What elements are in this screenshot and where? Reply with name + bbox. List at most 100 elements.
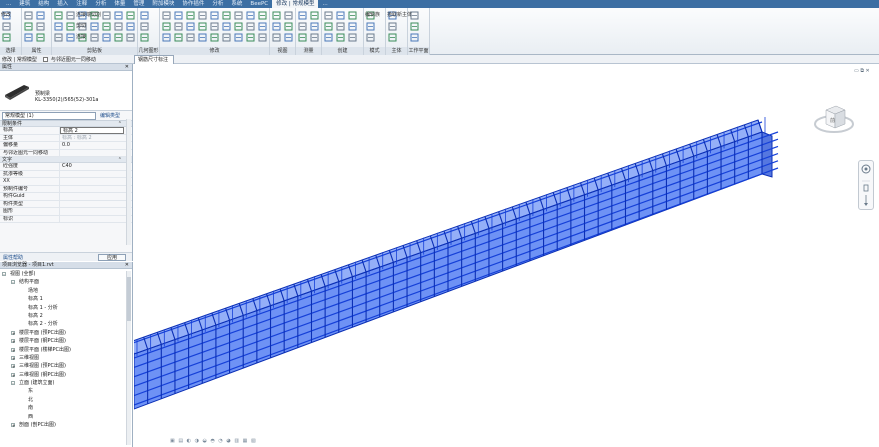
- ribbon-tool-icon[interactable]: [272, 33, 281, 42]
- ribbon-tool-label[interactable]: 编辑族: [365, 11, 380, 18]
- ribbon-tab[interactable]: 结构: [34, 0, 53, 8]
- ribbon-tool-icon[interactable]: [348, 11, 357, 20]
- collapse-icon[interactable]: -: [11, 280, 15, 285]
- tree-node[interactable]: + 三维视图 (钢PC出图): [0, 371, 132, 379]
- ribbon-tool-icon[interactable]: [126, 33, 135, 42]
- expand-icon[interactable]: +: [11, 372, 15, 377]
- property-value[interactable]: 0.0: [60, 142, 132, 149]
- tree-node[interactable]: - 结构平面: [0, 278, 132, 286]
- ribbon-tool-icon[interactable]: [24, 33, 33, 42]
- ribbon-tab[interactable]: ...: [318, 0, 331, 8]
- ribbon-tool-icon[interactable]: [198, 22, 207, 31]
- ribbon-tool-icon[interactable]: [102, 22, 111, 31]
- tree-node[interactable]: 场地: [0, 287, 132, 295]
- ribbon-tool-icon[interactable]: [66, 11, 75, 20]
- ribbon-tool-icon[interactable]: [324, 22, 333, 31]
- tree-node[interactable]: 标高 2: [0, 312, 132, 320]
- ribbon-tool-icon[interactable]: [140, 33, 149, 42]
- ribbon-tab[interactable]: 建筑: [15, 0, 34, 8]
- ribbon-tool-icon[interactable]: [410, 33, 419, 42]
- ribbon-tool-icon[interactable]: [348, 22, 357, 31]
- ribbon-tab[interactable]: 注释: [72, 0, 91, 8]
- view-canvas[interactable]: ▭ ⧉ ✕ 前 ▣ ▤ ◐ ◑ ◒ ◓ ◔ ◕ ▥ ▦ ▧: [134, 64, 879, 447]
- ribbon-tool-label[interactable]: 连接: [76, 33, 86, 40]
- expand-icon[interactable]: +: [11, 347, 15, 352]
- ribbon-tool-icon[interactable]: [2, 22, 11, 31]
- ribbon-tool-icon[interactable]: [348, 33, 357, 42]
- ribbon-tool-icon[interactable]: [102, 33, 111, 42]
- ribbon-tool-icon[interactable]: [54, 33, 63, 42]
- collapse-icon[interactable]: -: [11, 381, 15, 386]
- property-value[interactable]: [60, 150, 132, 157]
- ribbon-tool-icon[interactable]: [174, 22, 183, 31]
- browser-scrollbar[interactable]: [126, 271, 131, 445]
- ribbon-tab[interactable]: ...: [2, 0, 15, 8]
- tree-node[interactable]: + 三维视图 (预PC出图): [0, 362, 132, 370]
- property-value[interactable]: [60, 208, 132, 215]
- ribbon-tab[interactable]: 修改 | 常规模型: [272, 0, 319, 8]
- ribbon-tool-icon[interactable]: [366, 33, 375, 42]
- ribbon-tool-icon[interactable]: [24, 22, 33, 31]
- ribbon-tool-icon[interactable]: [174, 33, 183, 42]
- ribbon-tool-icon[interactable]: [198, 33, 207, 42]
- view-window-controls[interactable]: ▭ ⧉ ✕: [854, 68, 870, 74]
- properties-help-link[interactable]: 属性帮助: [3, 254, 23, 261]
- ribbon-tool-icon[interactable]: [310, 22, 319, 31]
- ribbon-tool-icon[interactable]: [140, 22, 149, 31]
- scrollbar-thumb[interactable]: [127, 277, 131, 321]
- ribbon-tool-icon[interactable]: [90, 22, 99, 31]
- ribbon-tab[interactable]: BeePC: [246, 0, 272, 8]
- ribbon-tool-icon[interactable]: [284, 11, 293, 20]
- ribbon-tool-icon[interactable]: [36, 22, 45, 31]
- ribbon-tool-icon[interactable]: [174, 11, 183, 20]
- properties-scrollbar[interactable]: [126, 119, 131, 245]
- rebar-beam-model[interactable]: [134, 64, 879, 447]
- property-value[interactable]: [60, 186, 132, 193]
- tree-node[interactable]: 西: [0, 413, 132, 421]
- ribbon-tool-icon[interactable]: [222, 11, 231, 20]
- ribbon-tool-icon[interactable]: [186, 22, 195, 31]
- ribbon-tool-icon[interactable]: [222, 22, 231, 31]
- ribbon-tool-icon[interactable]: [272, 11, 281, 20]
- tree-node[interactable]: + 楼层平面 (钢PC出图): [0, 337, 132, 345]
- ribbon-tool-icon[interactable]: [162, 11, 171, 20]
- close-icon[interactable]: ✕: [125, 262, 129, 269]
- ribbon-tool-icon[interactable]: [66, 33, 75, 42]
- ribbon-tool-icon[interactable]: [54, 22, 63, 31]
- ribbon-tool-icon[interactable]: [258, 11, 267, 20]
- tree-node[interactable]: + 楼层平面 (预PC出图): [0, 329, 132, 337]
- property-value[interactable]: C40: [60, 163, 132, 170]
- ribbon-tool-icon[interactable]: [24, 11, 33, 20]
- expand-icon[interactable]: +: [11, 423, 15, 428]
- ribbon-tool-icon[interactable]: [210, 22, 219, 31]
- tree-node[interactable]: 标高 1 - 分析: [0, 304, 132, 312]
- property-value[interactable]: [60, 171, 132, 178]
- expand-icon[interactable]: +: [11, 364, 15, 369]
- ribbon-tool-icon[interactable]: [298, 11, 307, 20]
- ribbon-tool-icon[interactable]: [246, 11, 255, 20]
- ribbon-tool-icon[interactable]: [36, 33, 45, 42]
- ribbon-tool-label[interactable]: 连接端切割: [76, 11, 101, 18]
- ribbon-tool-icon[interactable]: [114, 11, 123, 20]
- steering-wheel-icon[interactable]: [859, 161, 873, 209]
- tree-node[interactable]: 北: [0, 396, 132, 404]
- ribbon-tool-icon[interactable]: [162, 33, 171, 42]
- ribbon-tool-icon[interactable]: [336, 33, 345, 42]
- property-section-header[interactable]: 文字 ⌃: [0, 157, 132, 163]
- ribbon-tool-icon[interactable]: [298, 22, 307, 31]
- ribbon-tool-icon[interactable]: [284, 33, 293, 42]
- ribbon-tab[interactable]: 管理: [129, 0, 148, 8]
- ribbon-tool-icon[interactable]: [140, 11, 149, 20]
- ribbon-tool-icon[interactable]: [246, 33, 255, 42]
- ribbon-tab[interactable]: 分析: [208, 0, 227, 8]
- collapse-icon[interactable]: ⌃: [118, 121, 122, 127]
- property-value[interactable]: [60, 201, 132, 208]
- tree-node[interactable]: 南: [0, 404, 132, 412]
- ribbon-tool-icon[interactable]: [234, 33, 243, 42]
- expand-icon[interactable]: +: [11, 355, 15, 360]
- ribbon-tool-label[interactable]: 修改: [1, 11, 11, 18]
- ribbon-tool-icon[interactable]: [66, 22, 75, 31]
- ribbon-tab[interactable]: 分析: [91, 0, 110, 8]
- ribbon-tab[interactable]: 附加模块: [148, 0, 178, 8]
- ribbon-tool-icon[interactable]: [36, 11, 45, 20]
